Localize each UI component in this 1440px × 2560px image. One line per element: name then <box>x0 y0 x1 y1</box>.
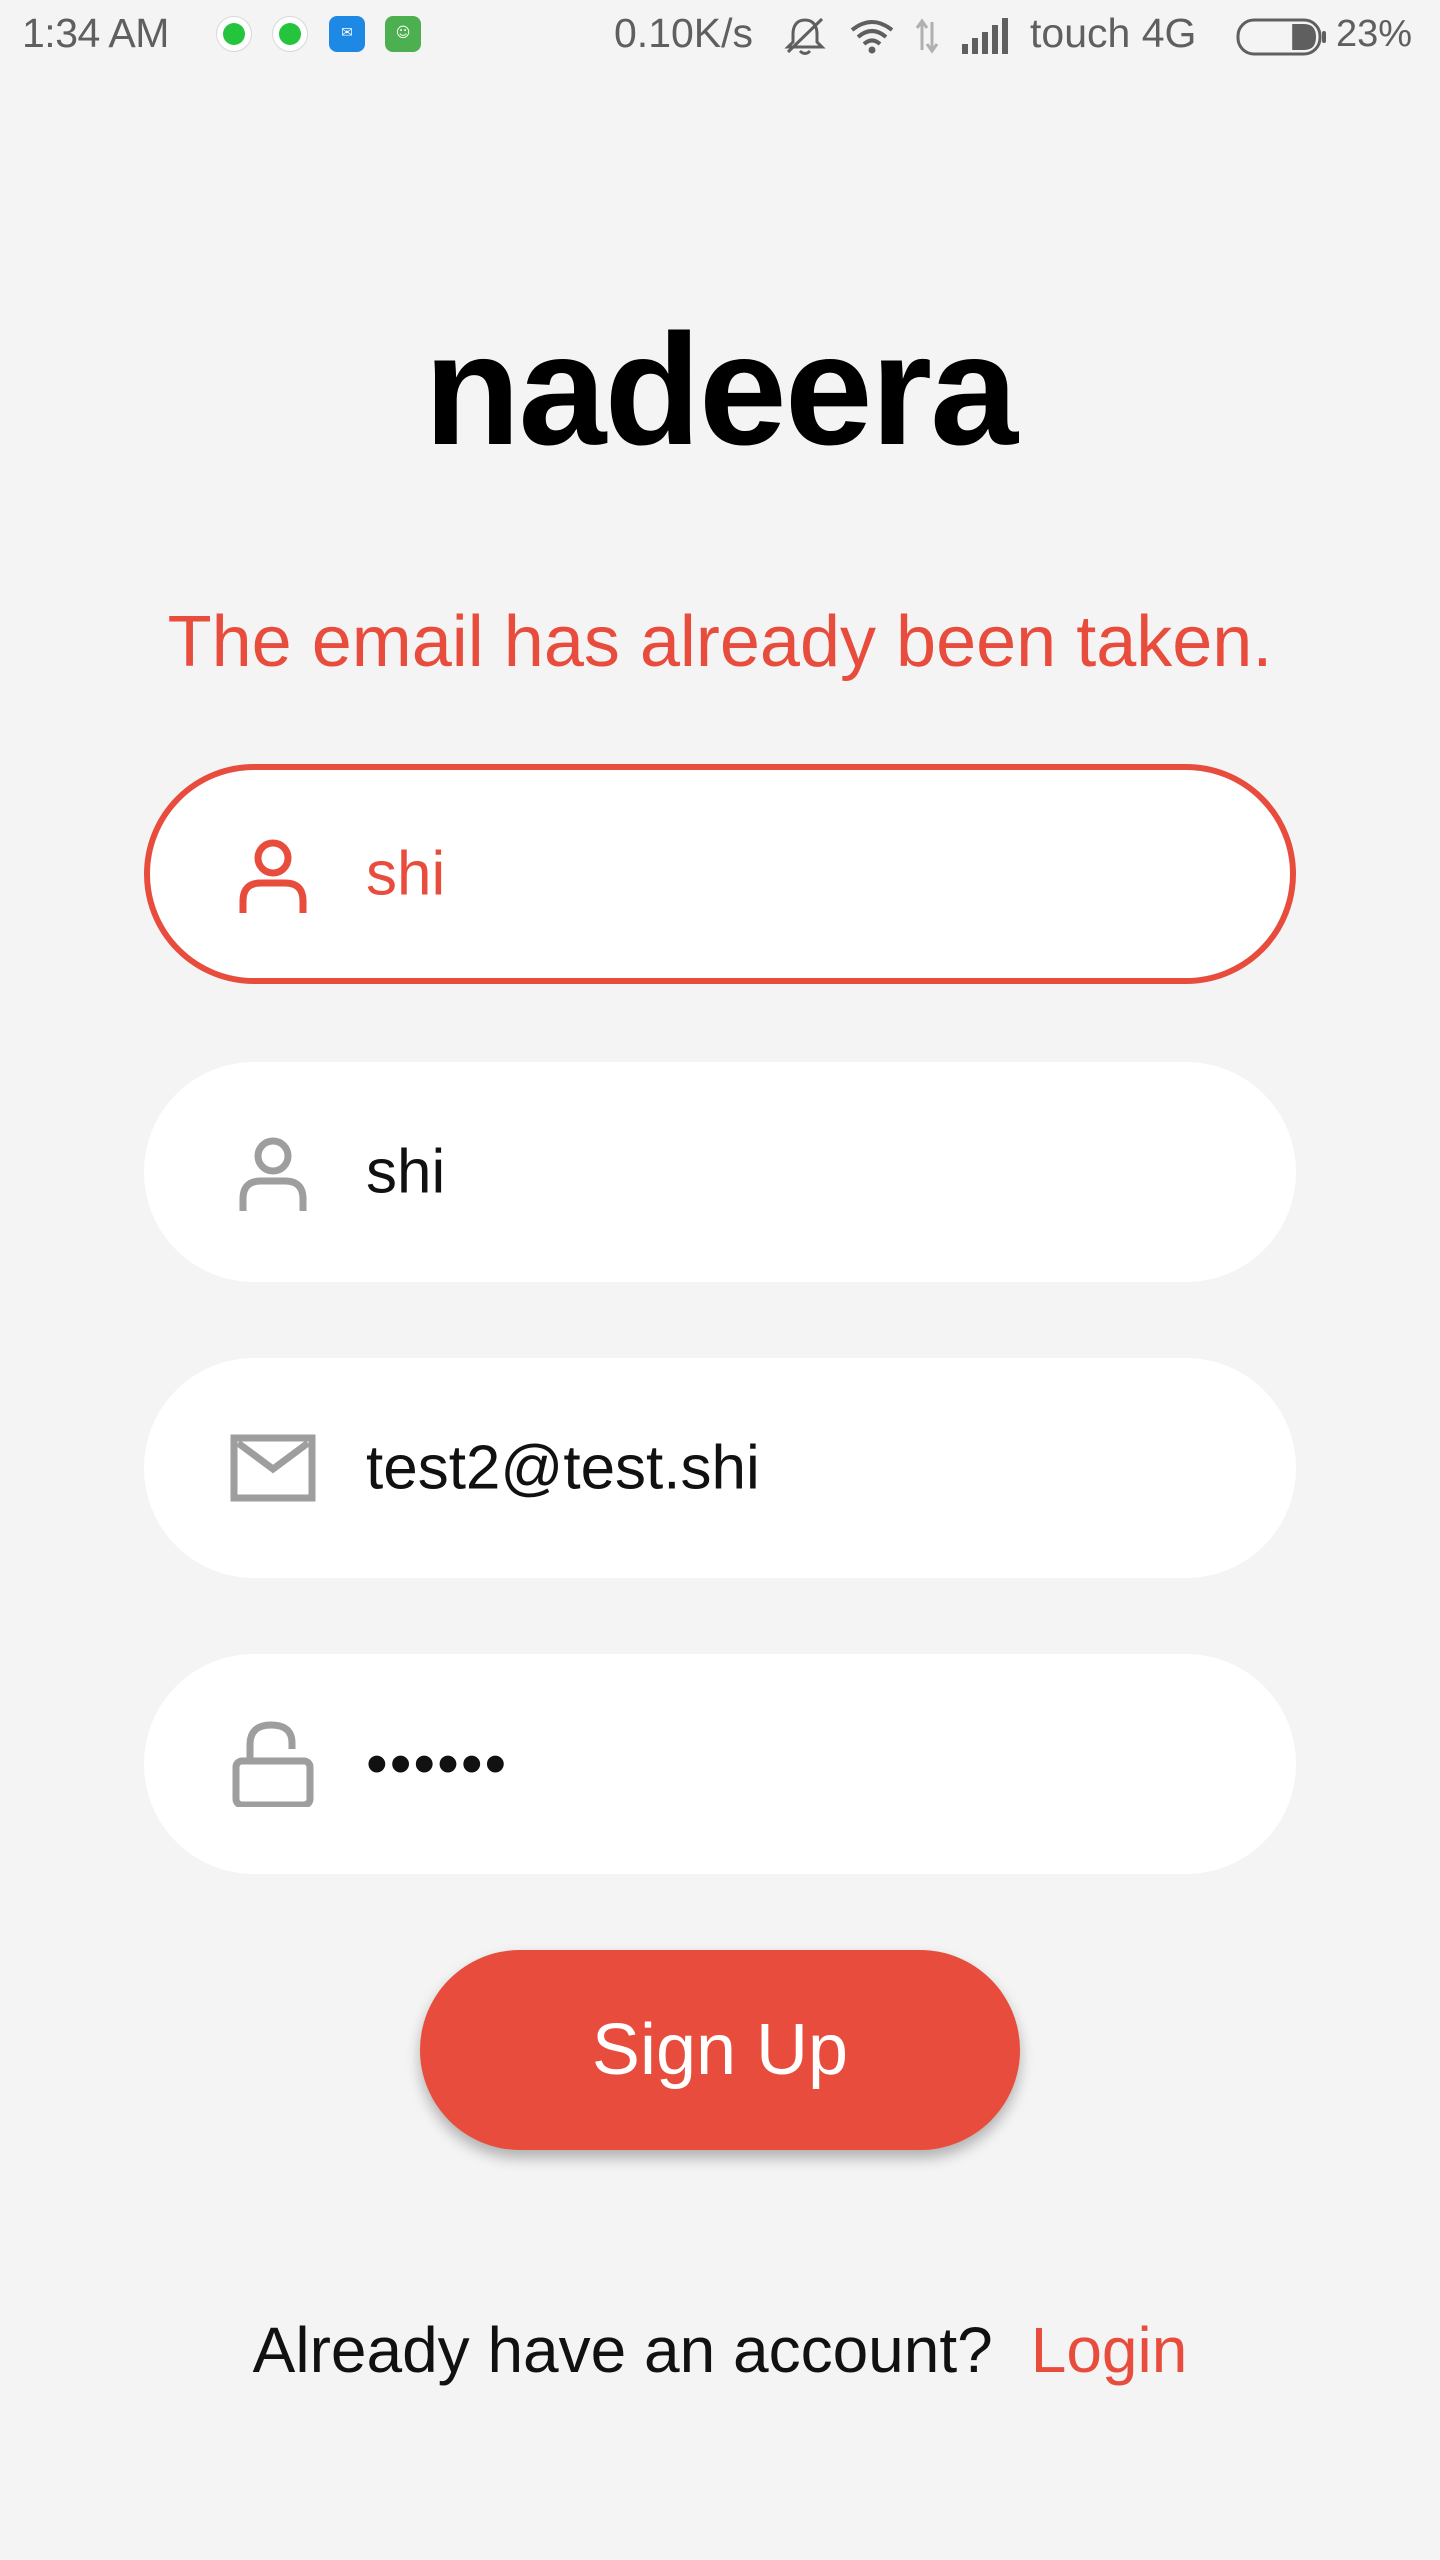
carrier-label: touch 4G <box>1030 10 1197 56</box>
mail-icon <box>230 1434 316 1502</box>
app-title: nadeera <box>423 302 1018 478</box>
whatsapp-icon <box>216 16 252 52</box>
first-name-field[interactable] <box>144 764 1296 984</box>
status-time: 1:34 AM <box>22 10 169 56</box>
password-field[interactable]: •••••• <box>144 1654 1296 1874</box>
battery-percent: 23% <box>1336 13 1413 55</box>
login-question: Already have an account? <box>252 2314 993 2386</box>
green-app-icon: ☺ <box>385 16 421 52</box>
whatsapp-icon <box>272 16 308 52</box>
network-speed: 0.10K/s <box>614 10 754 56</box>
login-link[interactable]: Login <box>1031 2314 1188 2386</box>
person-icon <box>239 1137 307 1211</box>
email-field[interactable] <box>144 1358 1296 1578</box>
mute-icon <box>784 17 826 55</box>
wifi-icon <box>850 20 894 54</box>
password-input[interactable]: •••••• <box>366 1729 1226 1800</box>
last-name-field[interactable] <box>144 1062 1296 1282</box>
email-input[interactable] <box>366 1432 1226 1504</box>
blue-app-icon: ✉ <box>329 16 365 52</box>
login-prompt: Already have an account? Login <box>0 2308 1440 2392</box>
battery-icon <box>1236 18 1326 56</box>
sign-up-button[interactable]: Sign Up <box>420 1950 1020 2150</box>
data-transfer-icon <box>915 18 939 54</box>
status-bar: 1:34 AM ✉ ☺ 0.10K/s touch 4G 23% <box>0 0 1440 74</box>
last-name-input[interactable] <box>366 1136 1226 1208</box>
error-message: The email has already been taken. <box>167 602 1273 682</box>
first-name-input[interactable] <box>366 838 1226 910</box>
person-icon <box>239 839 307 913</box>
unlock-icon <box>232 1721 314 1807</box>
signal-icon <box>962 18 1008 54</box>
